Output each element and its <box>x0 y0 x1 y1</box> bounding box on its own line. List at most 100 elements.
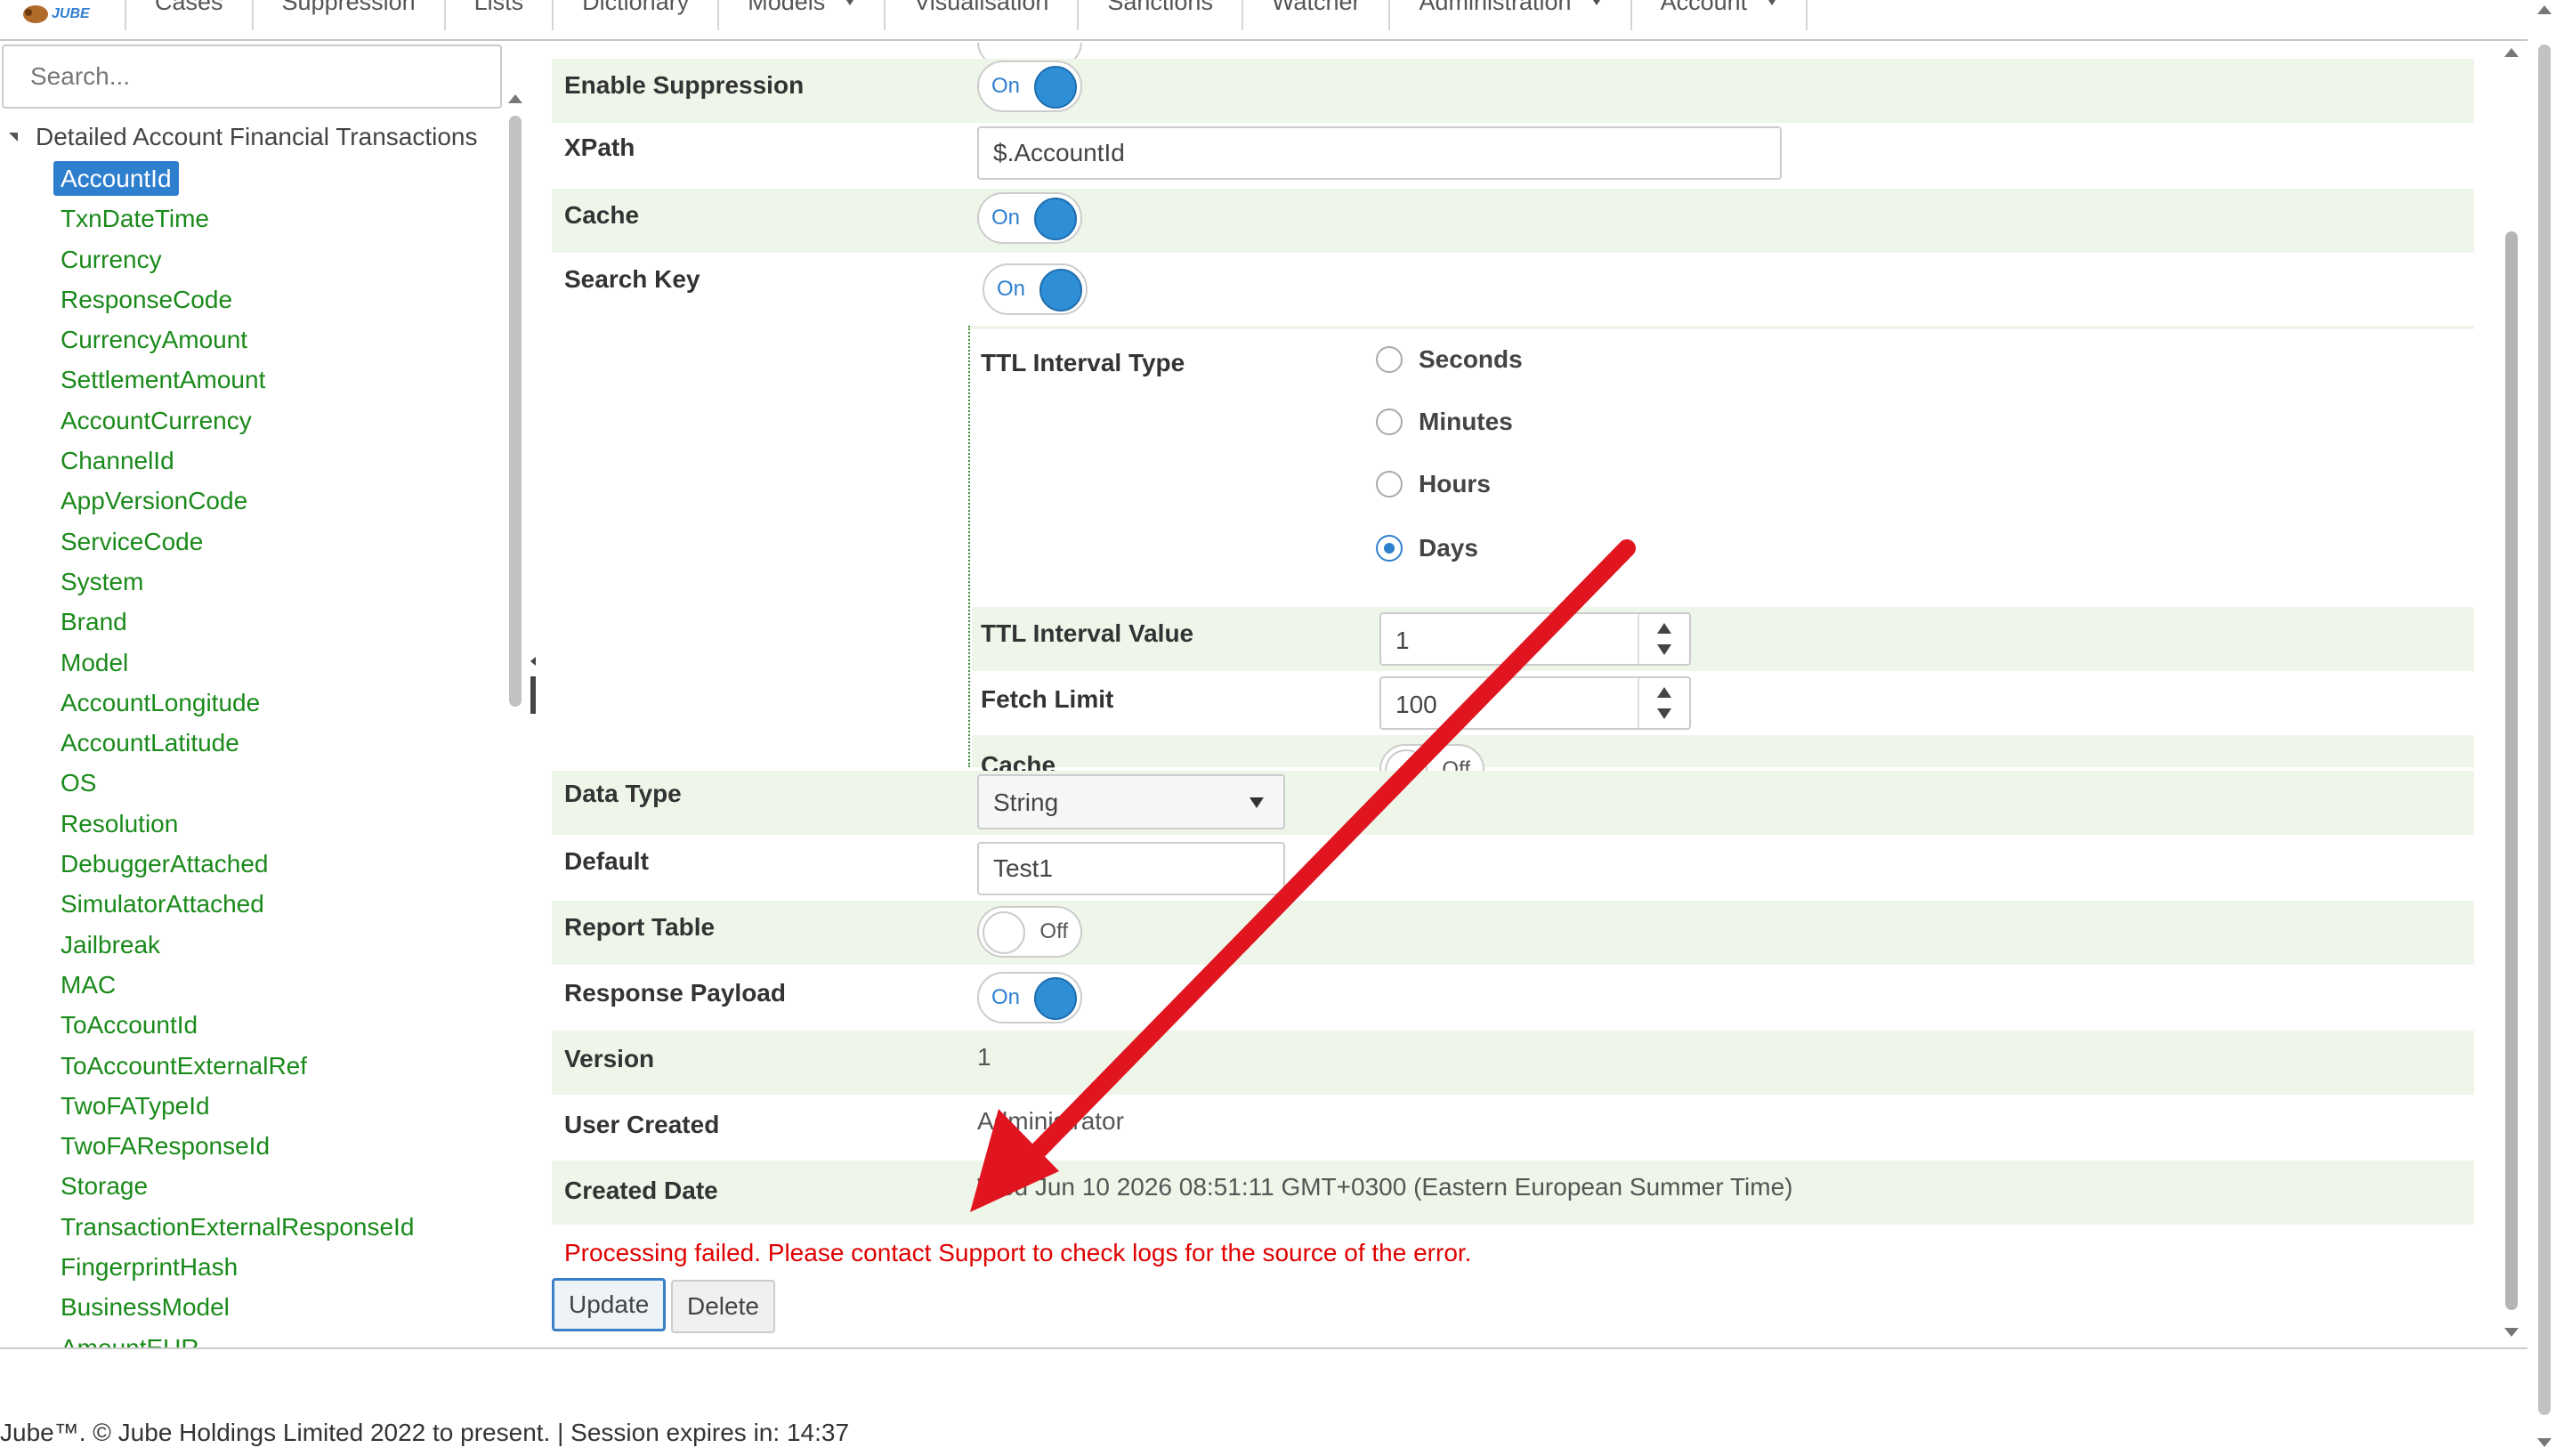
dictionary-form: Enable Suppression On XPath $.AccountId … <box>545 43 2474 1349</box>
radio-circle-icon[interactable] <box>1376 471 1403 497</box>
tree-item-amounteur[interactable]: AmountEUR <box>53 1328 414 1349</box>
radio-hours[interactable]: Hours <box>1376 470 1491 498</box>
response-payload-toggle[interactable]: On <box>977 972 1082 1023</box>
tree-item-jailbreak[interactable]: Jailbreak <box>53 925 414 965</box>
tree-item-system[interactable]: System <box>53 562 414 602</box>
menu-account[interactable]: Account <box>1630 0 1808 30</box>
increment-arrow-icon[interactable] <box>1657 623 1671 634</box>
form-scrollbar[interactable] <box>2499 43 2524 1349</box>
tree-item-appversioncode[interactable]: AppVersionCode <box>53 481 414 521</box>
tree-item-debuggerattached[interactable]: DebuggerAttached <box>53 844 414 884</box>
radio-circle-icon[interactable] <box>1376 535 1403 562</box>
data-type-select[interactable]: String <box>977 774 1285 829</box>
decrement-arrow-icon[interactable] <box>1657 644 1671 655</box>
panel-splitter[interactable] <box>530 43 539 1349</box>
scroll-up-arrow-icon[interactable] <box>2537 5 2552 14</box>
tree-item-twofatypeid[interactable]: TwoFATypeId <box>53 1086 414 1126</box>
splitter-handle[interactable] <box>530 676 536 714</box>
tree-item-servicecode[interactable]: ServiceCode <box>53 522 414 562</box>
tree-children: AccountId TxnDateTime Currency ResponseCode… <box>53 158 414 1349</box>
toggle-knob <box>1034 977 1077 1020</box>
row-default: Default Test1 <box>552 835 2474 899</box>
created-date-label: Created Date <box>564 1177 718 1204</box>
tree-item-simulatorattached[interactable]: SimulatorAttached <box>53 884 414 924</box>
tree-item-label: Model <box>61 648 129 676</box>
tree-item-storage[interactable]: Storage <box>53 1166 414 1206</box>
collapse-triangle-icon[interactable] <box>9 133 18 142</box>
tree-item-model[interactable]: Model <box>53 643 414 683</box>
tree-item-label: OS <box>61 769 97 797</box>
tree-item-label: ToAccountId <box>61 1011 198 1039</box>
tree-item-transactionexternalresponseid[interactable]: TransactionExternalResponseId <box>53 1207 414 1247</box>
menu-visualisation[interactable]: Visualisation <box>884 0 1077 30</box>
menu-watcher[interactable]: Watcher <box>1241 0 1389 30</box>
menu-suppression[interactable]: Suppression <box>251 0 444 30</box>
scroll-up-arrow-icon[interactable] <box>2504 48 2519 57</box>
report-table-toggle[interactable]: Off <box>977 906 1082 958</box>
radio-seconds[interactable]: Seconds <box>1376 345 1523 374</box>
scroll-up-arrow-icon[interactable] <box>508 94 522 103</box>
tree-item-fingerprinthash[interactable]: FingerprintHash <box>53 1247 414 1287</box>
delete-button[interactable]: Delete <box>671 1280 775 1333</box>
decrement-arrow-icon[interactable] <box>1657 708 1671 719</box>
update-button[interactable]: Update <box>552 1278 667 1331</box>
increment-arrow-icon[interactable] <box>1657 687 1671 698</box>
menu-cases[interactable]: Cases <box>125 0 252 30</box>
tree-search-input[interactable] <box>2 44 502 109</box>
tree-item-mac[interactable]: MAC <box>53 965 414 1005</box>
radio-minutes[interactable]: Minutes <box>1376 408 1513 436</box>
form-scroll-thumb[interactable] <box>2505 231 2518 1310</box>
menu-dictionary[interactable]: Dictionary <box>552 0 717 30</box>
xpath-input[interactable]: $.AccountId <box>977 126 1782 180</box>
toggle-knob <box>1034 198 1077 240</box>
tree-scrollbar[interactable] <box>506 89 525 1349</box>
cache-toggle[interactable]: On <box>977 192 1082 244</box>
menu-administration[interactable]: Administration <box>1388 0 1630 30</box>
tree-item-accountcurrency[interactable]: AccountCurrency <box>53 400 414 441</box>
toggle-knob <box>983 911 1025 954</box>
main-menu: Cases Suppression Lists Dictionary Models Vis… <box>125 0 1808 39</box>
ttl-interval-value-input[interactable]: 1 <box>1379 612 1691 666</box>
menu-models[interactable]: Models <box>717 0 884 30</box>
user-created-value: Administrator <box>977 1107 1124 1135</box>
toggle-state-text: On <box>991 985 1021 1009</box>
tree-item-accountlatitude[interactable]: AccountLatitude <box>53 723 414 763</box>
menu-label: Suppression <box>281 0 416 15</box>
tree-item-txndatetime[interactable]: TxnDateTime <box>53 198 414 239</box>
row-enable-suppression: Enable Suppression On <box>552 59 2474 123</box>
tree-item-toaccountexternalref[interactable]: ToAccountExternalRef <box>53 1046 414 1086</box>
tree-item-currencyamount[interactable]: CurrencyAmount <box>53 320 414 360</box>
page-scroll-thumb[interactable] <box>2538 44 2551 1415</box>
tree-item-accountid[interactable]: AccountId <box>53 158 414 198</box>
scroll-down-arrow-icon[interactable] <box>2504 1328 2519 1337</box>
tree-root-node[interactable]: Detailed Account Financial Transactions <box>5 123 478 151</box>
tree-item-responsecode[interactable]: ResponseCode <box>53 279 414 320</box>
radio-days[interactable]: Days <box>1376 534 1478 562</box>
tree-scroll-thumb[interactable] <box>509 116 522 707</box>
tree-item-twofaresponseid[interactable]: TwoFAResponseId <box>53 1126 414 1166</box>
menu-sanctions[interactable]: Sanctions <box>1077 0 1242 30</box>
radio-circle-icon[interactable] <box>1376 346 1403 373</box>
tree-item-label: Brand <box>61 608 127 636</box>
tree-item-accountlongitude[interactable]: AccountLongitude <box>53 683 414 723</box>
jube-logo[interactable]: JUBE <box>16 0 96 30</box>
tree-item-businessmodel[interactable]: BusinessModel <box>53 1287 414 1327</box>
tree-item-resolution[interactable]: Resolution <box>53 804 414 844</box>
menu-lists[interactable]: Lists <box>443 0 553 30</box>
version-label: Version <box>564 1045 655 1072</box>
default-input[interactable]: Test1 <box>977 842 1285 895</box>
enable-suppression-toggle[interactable]: On <box>977 61 1082 112</box>
scroll-down-arrow-icon[interactable] <box>2537 1438 2552 1447</box>
fetch-limit-input[interactable]: 100 <box>1379 676 1691 730</box>
tree-item-os[interactable]: OS <box>53 763 414 803</box>
tree-item-brand[interactable]: Brand <box>53 602 414 642</box>
collapse-left-icon[interactable] <box>530 657 536 666</box>
page-scrollbar[interactable] <box>2533 0 2556 1456</box>
tree-item-settlementamount[interactable]: SettlementAmount <box>53 360 414 400</box>
tree-item-currency[interactable]: Currency <box>53 239 414 279</box>
tree-item-channelid[interactable]: ChannelId <box>53 441 414 481</box>
tree-item-toaccountid[interactable]: ToAccountId <box>53 1005 414 1045</box>
search-key-toggle[interactable]: On <box>983 263 1088 315</box>
menu-label: Dictionary <box>582 0 690 15</box>
radio-circle-icon[interactable] <box>1376 408 1403 435</box>
